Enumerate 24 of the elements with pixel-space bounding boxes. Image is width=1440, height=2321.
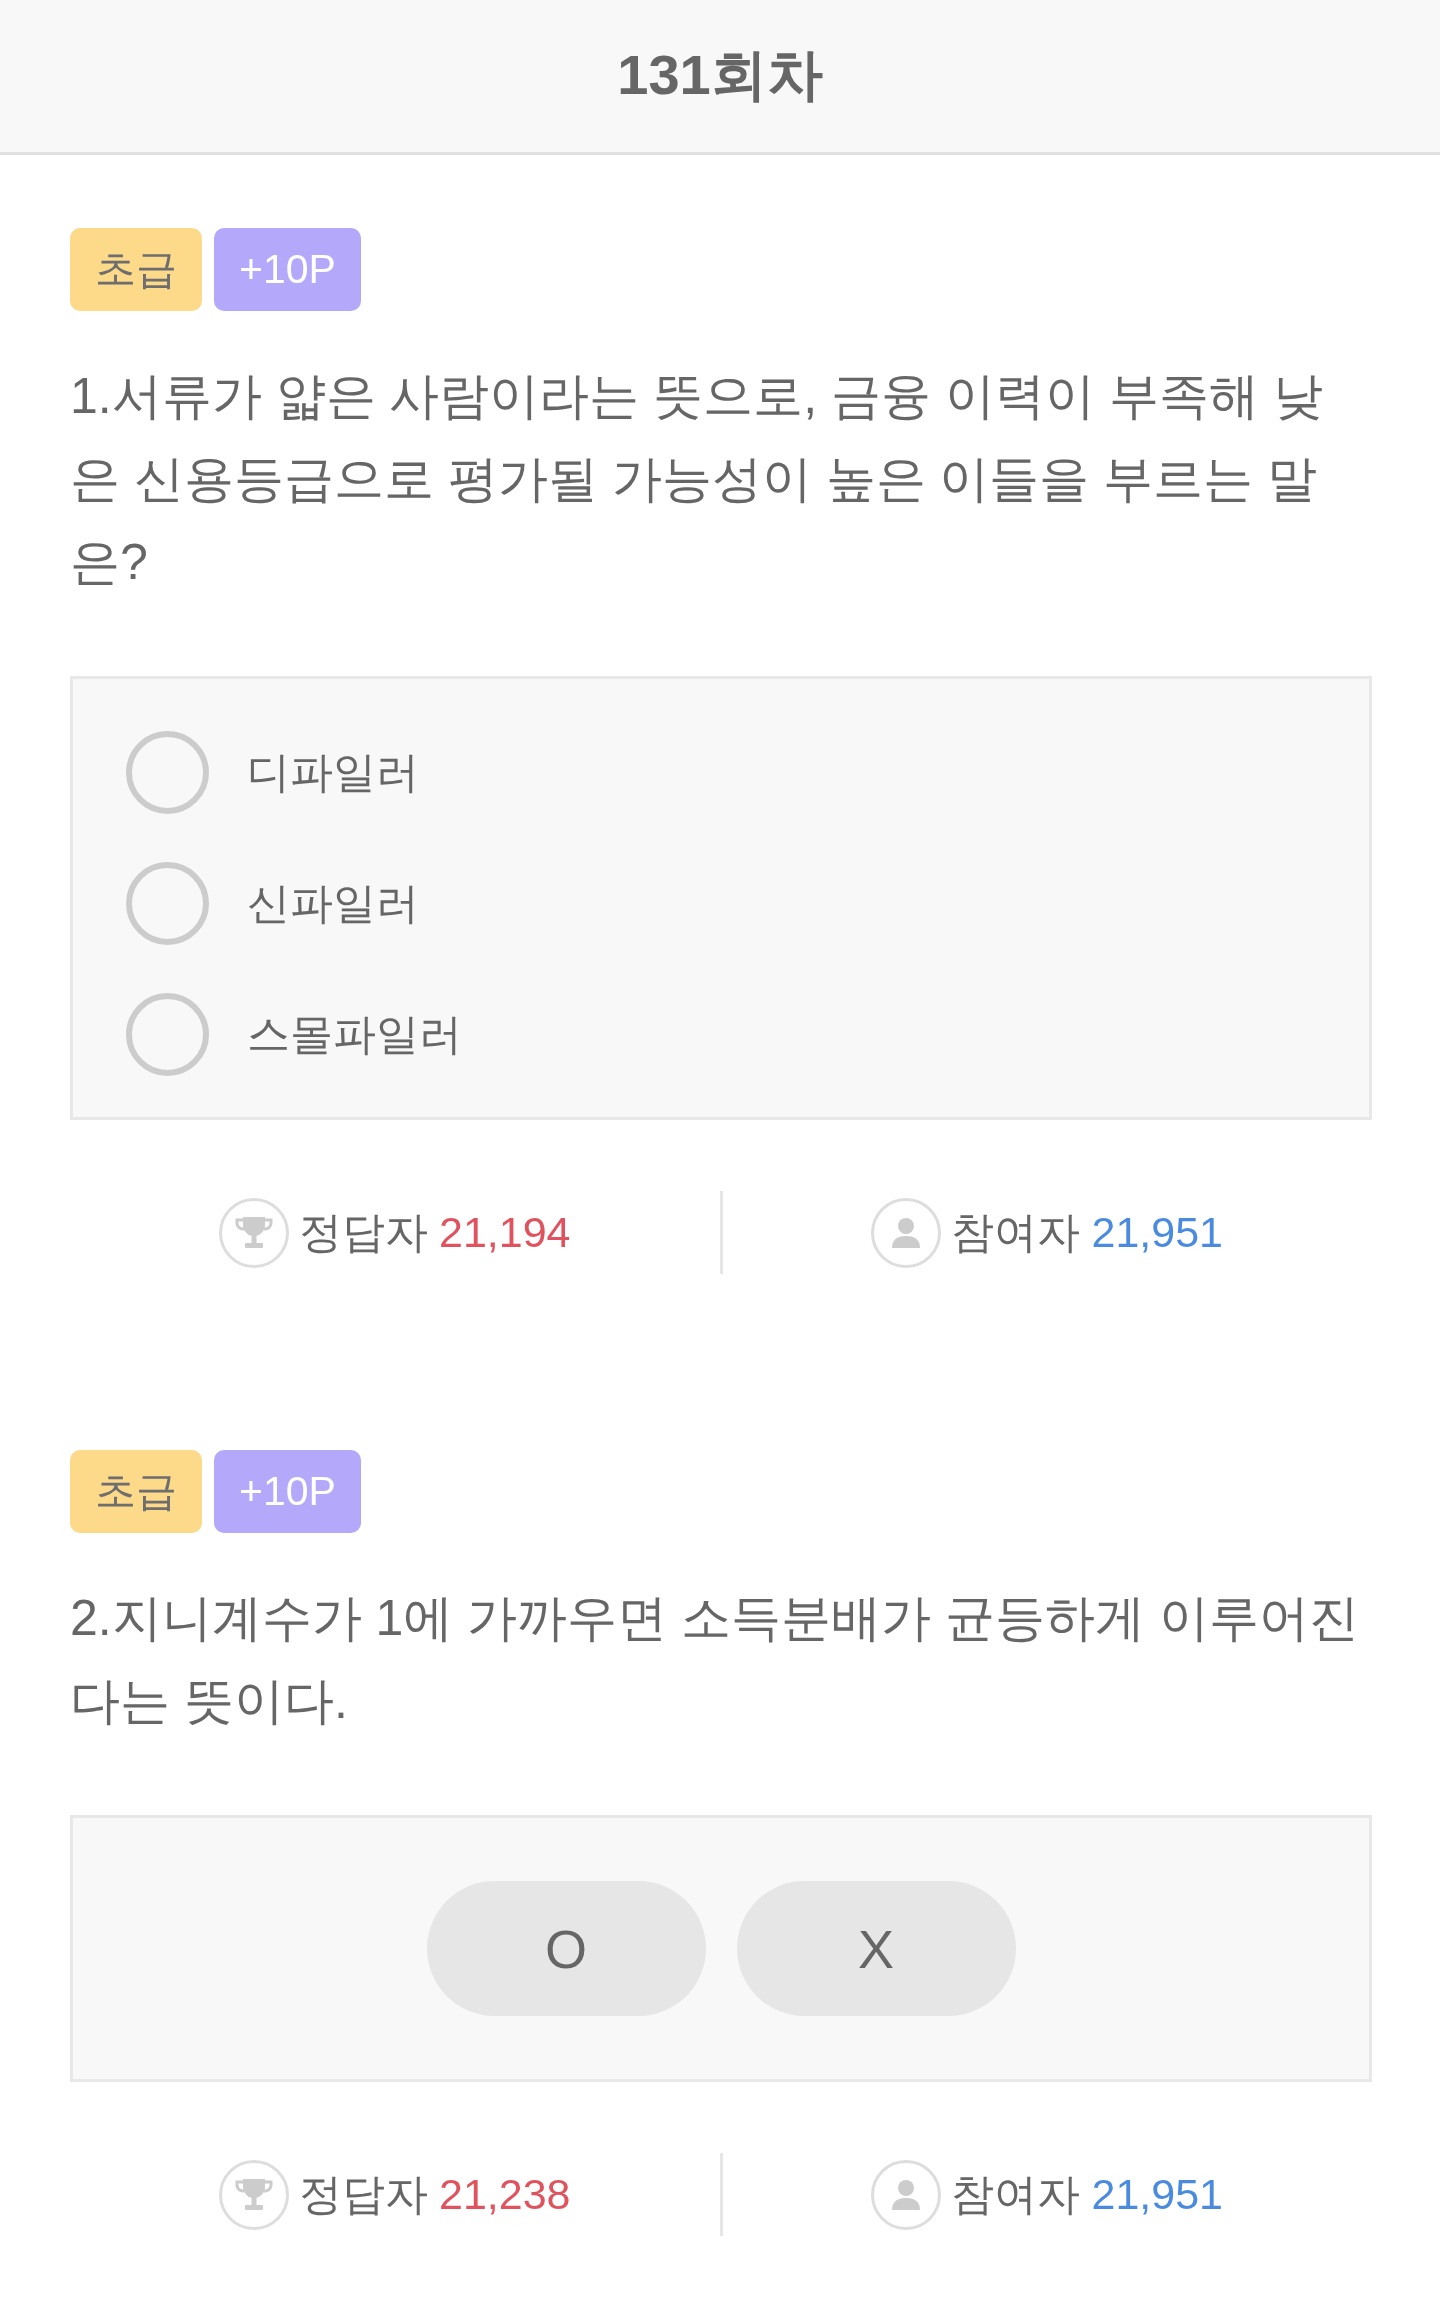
level-badge: 초급 <box>70 1450 202 1533</box>
stat-count: 21,951 <box>1091 1208 1223 1257</box>
stat-label: 참여자 <box>951 2168 1081 2220</box>
stat-label: 정답자 <box>299 1206 428 1258</box>
stat-count: 21,238 <box>439 2170 571 2219</box>
stat-count: 21,951 <box>1091 2170 1223 2219</box>
stat-label: 정답자 <box>299 2168 428 2220</box>
answer-button[interactable]: X <box>736 1881 1016 2016</box>
trophy-icon <box>219 1197 289 1268</box>
answer-option[interactable]: 신파일러 <box>73 838 1369 969</box>
points-badge: +10P <box>214 228 361 311</box>
question-text: 2.지니계수가 1에 가까우면 소득분배가 균등하게 이루어진다는 뜻이다. <box>70 1589 1360 1731</box>
level-badge: 초급 <box>70 228 202 311</box>
answer-option[interactable]: 디파일러 <box>73 707 1369 838</box>
stat-count: 21,194 <box>439 1208 571 1257</box>
answer-option[interactable]: 스몰파일러 <box>73 969 1369 1100</box>
person-icon <box>871 2159 942 2230</box>
points-badge: +10P <box>214 1450 361 1533</box>
stat-label: 참여자 <box>951 1206 1081 1258</box>
trophy-icon <box>219 2159 289 2230</box>
question-text: 1.서류가 얇은 사람이라는 뜻으로, 금융 이력이 부족해 낮은 신용등급으로 평가될 가능성이 높은 이들을 부르는 말은? <box>70 367 1324 592</box>
page-title: 131회차 <box>617 42 823 108</box>
answer-button[interactable]: O <box>426 1881 706 2016</box>
person-icon <box>871 1197 942 1268</box>
